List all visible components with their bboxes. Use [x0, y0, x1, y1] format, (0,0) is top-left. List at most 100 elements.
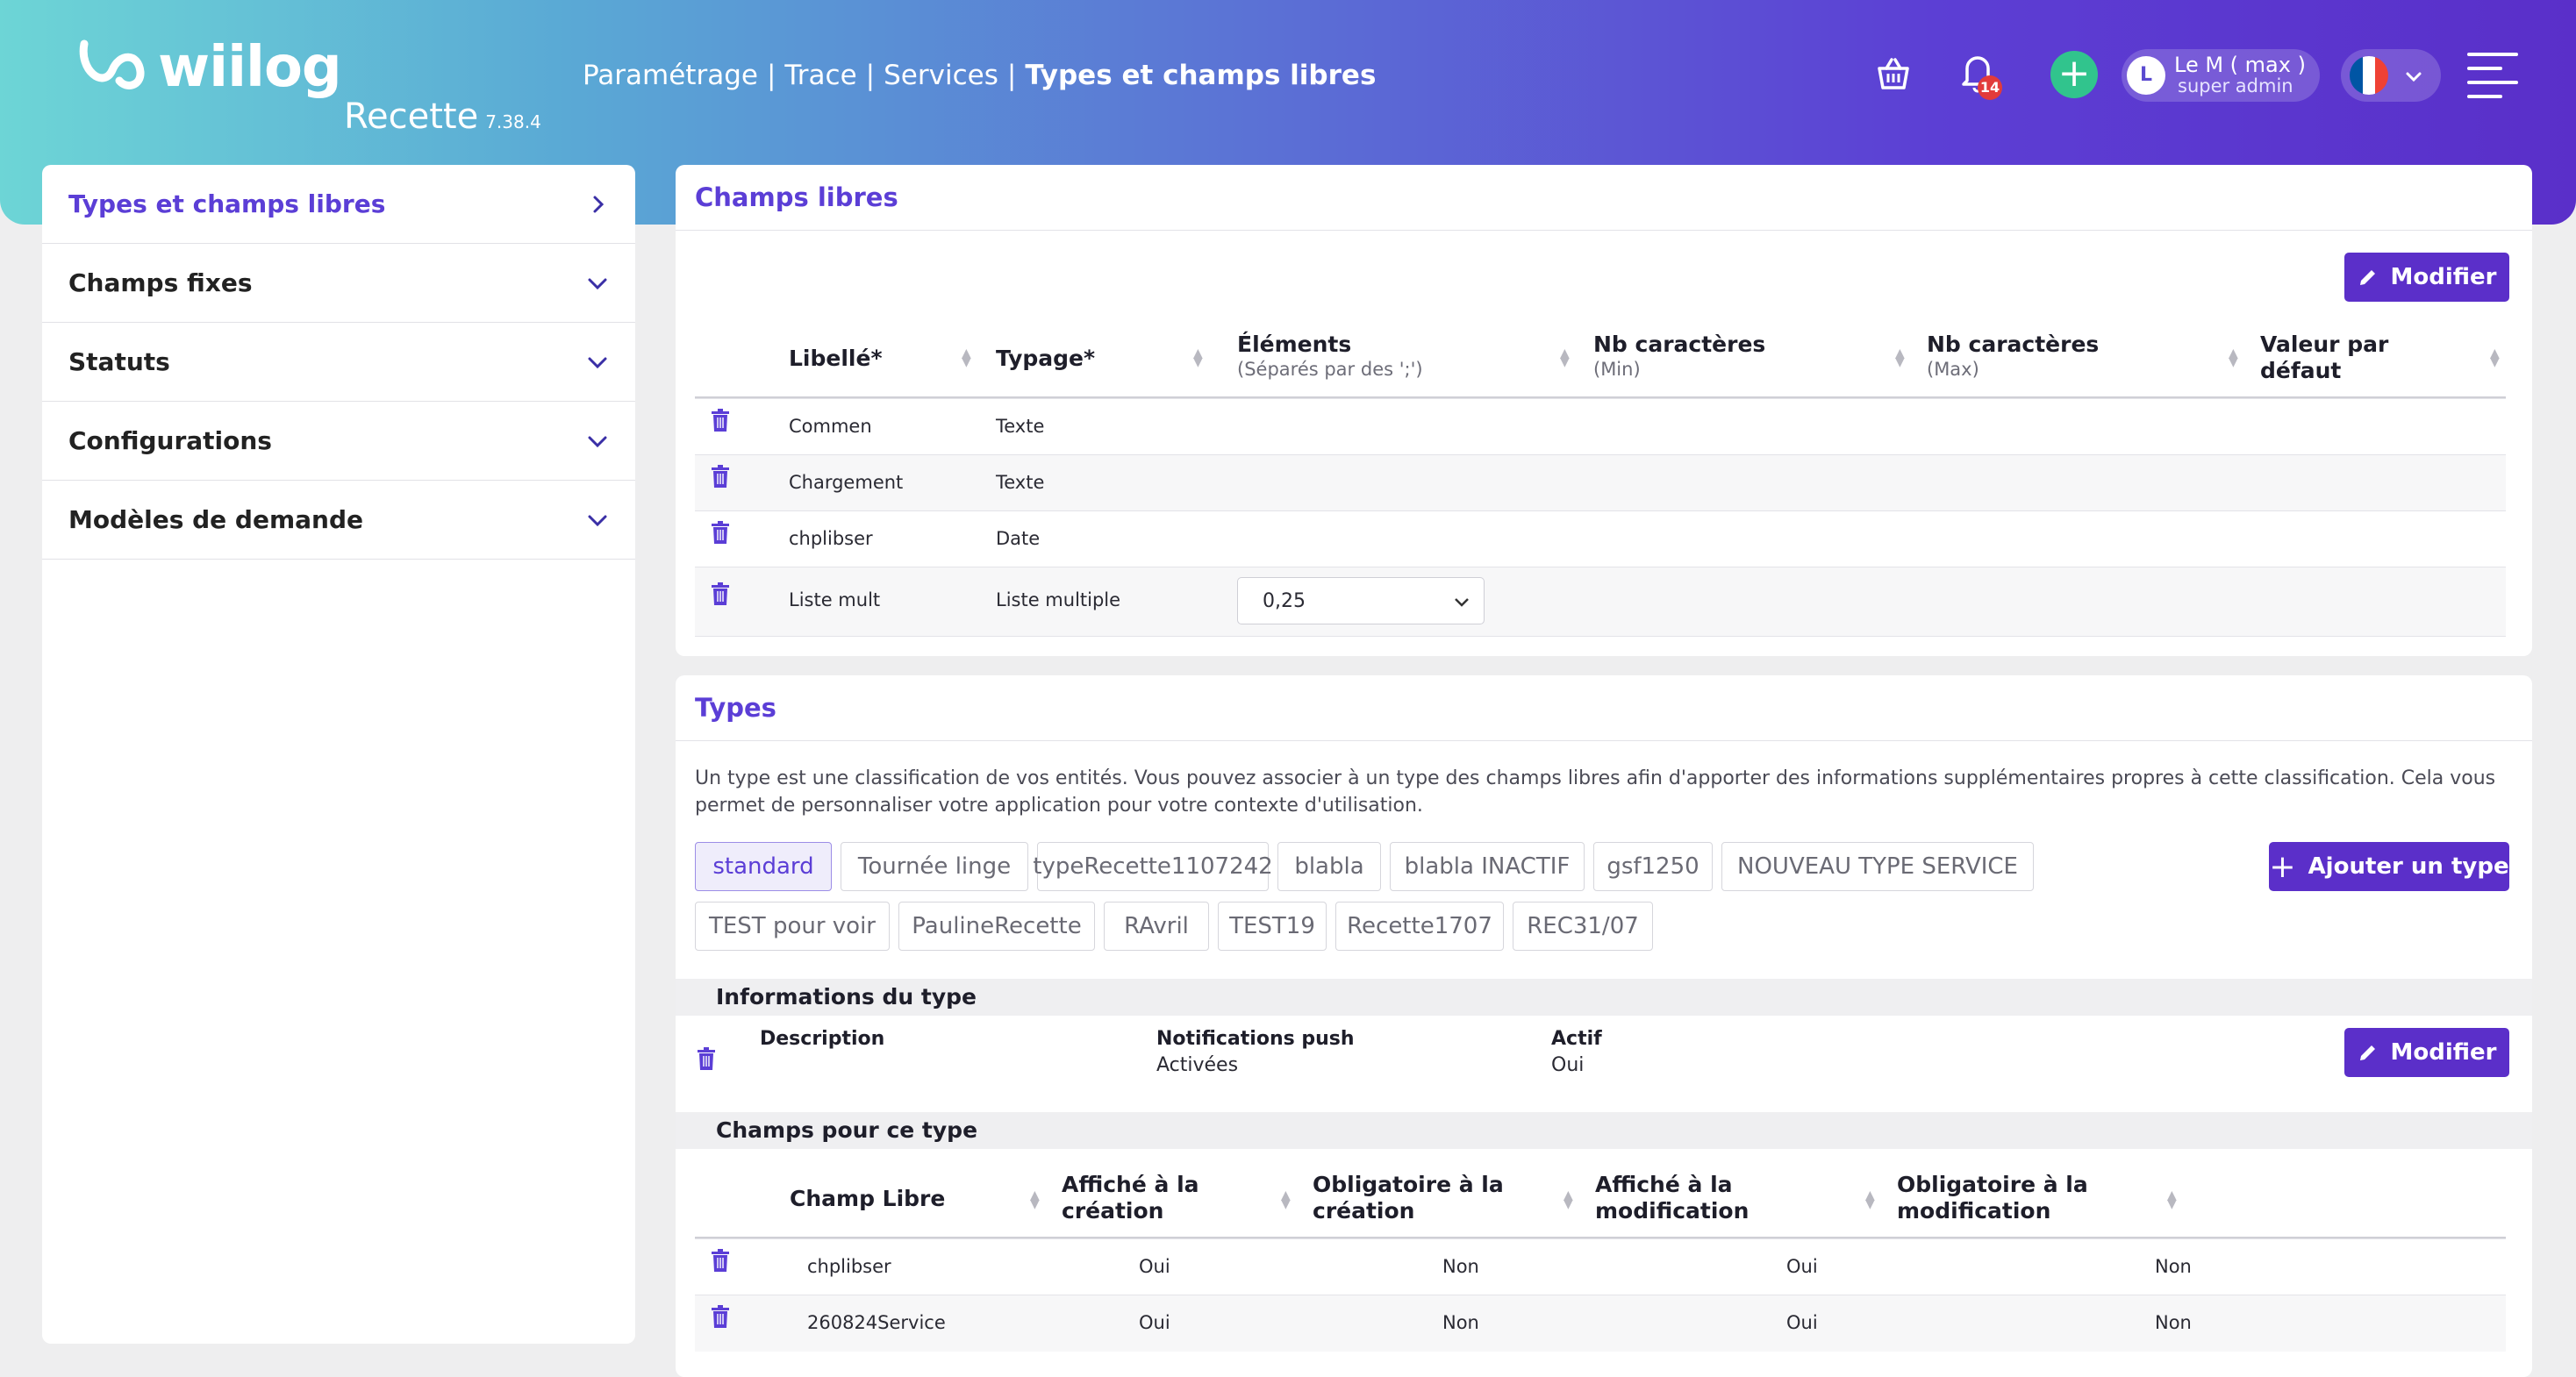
- cell-champ-libre: 260824Service: [807, 1312, 946, 1333]
- type-chip[interactable]: PaulineRecette: [898, 902, 1095, 951]
- col-label: Affiché à la création: [1062, 1172, 1199, 1224]
- table-row: [695, 1295, 2506, 1352]
- sort-icon[interactable]: ▲ ▼: [2167, 1189, 2177, 1210]
- breadcrumb-current: Types et champs libres: [1025, 60, 1377, 91]
- col-elements[interactable]: Éléments (Séparés par des ';'): [1237, 332, 1423, 381]
- cell-libelle: chplibser: [789, 528, 873, 549]
- sort-icon[interactable]: ▲ ▼: [962, 347, 971, 368]
- chevron-down-icon: [1455, 598, 1469, 607]
- trash-icon[interactable]: [711, 582, 730, 609]
- col-obligatoire-creation[interactable]: Obligatoire à la création: [1313, 1172, 1506, 1224]
- trash-icon[interactable]: [711, 409, 730, 435]
- cell-value: Non: [2155, 1256, 2192, 1277]
- basket-icon[interactable]: [1874, 54, 1913, 96]
- cell-value: Non: [2155, 1312, 2192, 1333]
- sidebar-item-types-champs-libres[interactable]: Types et champs libres: [42, 165, 635, 244]
- col-obligatoire-modification[interactable]: Obligatoire à la modification: [1897, 1172, 2116, 1224]
- col-sublabel: (Min): [1593, 359, 1641, 380]
- environment-label: Recette 7.38.4: [344, 96, 541, 137]
- chevron-right-icon: [593, 196, 605, 212]
- breadcrumb-item-parametrage[interactable]: Paramétrage: [583, 60, 758, 91]
- col-typage[interactable]: Typage*: [996, 346, 1095, 372]
- modify-label: Modifier: [2390, 264, 2497, 290]
- type-chip[interactable]: RAvril: [1104, 902, 1209, 951]
- type-chip[interactable]: typeRecette1107242: [1033, 842, 1273, 891]
- breadcrumb-item-trace[interactable]: Trace: [784, 60, 856, 91]
- trash-icon[interactable]: [711, 1249, 730, 1275]
- type-chip[interactable]: Tournée linge: [841, 842, 1028, 891]
- col-affiche-modification[interactable]: Affiché à la modification: [1595, 1172, 1788, 1224]
- user-menu[interactable]: L Le M ( max ) super admin: [2122, 49, 2320, 102]
- type-chip[interactable]: TEST pour voir: [695, 902, 890, 951]
- sidebar-item-champs-fixes[interactable]: Champs fixes: [42, 244, 635, 323]
- bell-icon[interactable]: 14: [1958, 51, 2002, 100]
- plus-icon: +: [2269, 848, 2296, 885]
- col-champ-libre[interactable]: Champ Libre: [790, 1186, 945, 1212]
- cell-typage: Liste multiple: [996, 589, 1121, 610]
- trash-icon[interactable]: [711, 465, 730, 491]
- col-label: Nb caractères: [1927, 332, 2100, 357]
- language-selector[interactable]: [2341, 49, 2441, 102]
- modify-type-button[interactable]: Modifier: [2344, 1028, 2509, 1077]
- quick-add-button[interactable]: +: [2050, 51, 2098, 98]
- sort-icon[interactable]: ▲ ▼: [1563, 1189, 1573, 1210]
- type-chip[interactable]: NOUVEAU TYPE SERVICE: [1721, 842, 2034, 891]
- types-title: Types: [695, 693, 776, 723]
- col-valeur-defaut[interactable]: Valeur par défaut: [2260, 332, 2392, 384]
- col-sublabel: (Max): [1927, 359, 1979, 380]
- breadcrumb: Paramétrage | Trace | Services | Types et cham…: [583, 60, 1377, 91]
- trash-icon[interactable]: [711, 1305, 730, 1331]
- modify-champs-libres-button[interactable]: Modifier: [2344, 253, 2509, 302]
- sort-icon[interactable]: ▲ ▼: [1865, 1189, 1875, 1210]
- sort-icon[interactable]: ▲ ▼: [1895, 347, 1905, 368]
- sort-icon[interactable]: ▲ ▼: [2490, 347, 2500, 368]
- types-card: Types Un type est une classification de …: [676, 675, 2532, 1377]
- type-chip[interactable]: blabla INACTIF: [1390, 842, 1585, 891]
- sidebar-item-statuts[interactable]: Statuts: [42, 323, 635, 402]
- sort-icon[interactable]: ▲ ▼: [2229, 347, 2238, 368]
- sort-icon[interactable]: ▲ ▼: [1030, 1189, 1040, 1210]
- table-row: [695, 567, 2506, 637]
- trash-icon[interactable]: [697, 1047, 716, 1074]
- col-affiche-creation[interactable]: Affiché à la création: [1062, 1172, 1202, 1224]
- trash-icon[interactable]: [711, 521, 730, 547]
- col-libelle[interactable]: Libellé*: [789, 346, 883, 372]
- sort-icon[interactable]: ▲ ▼: [1281, 1189, 1291, 1210]
- avatar: L: [2127, 56, 2165, 95]
- type-chip[interactable]: blabla: [1277, 842, 1381, 891]
- col-nb-max[interactable]: Nb caractères (Max): [1927, 332, 2099, 381]
- col-label: Nb caractères: [1593, 332, 1766, 357]
- user-name: Le M ( max ): [2174, 53, 2306, 77]
- add-type-button[interactable]: + Ajouter un type: [2269, 842, 2509, 891]
- type-chip[interactable]: gsf1250: [1593, 842, 1713, 891]
- menu-icon[interactable]: [2465, 51, 2520, 103]
- type-fields-header: Champs pour ce type: [676, 1112, 2532, 1149]
- actif-value: Oui: [1551, 1054, 1585, 1076]
- cell-value: Non: [1442, 1256, 1479, 1277]
- sort-icon[interactable]: ▲ ▼: [1193, 347, 1203, 368]
- cell-value: Oui: [1786, 1256, 1818, 1277]
- type-chip-standard[interactable]: standard: [695, 842, 832, 891]
- logo-text: wiilog: [158, 35, 342, 100]
- breadcrumb-item-services[interactable]: Services: [884, 60, 998, 91]
- sidebar-item-label: Types et champs libres: [68, 189, 386, 218]
- type-chip[interactable]: TEST19: [1218, 902, 1327, 951]
- cell-value: Oui: [1139, 1312, 1170, 1333]
- col-nb-min[interactable]: Nb caractères (Min): [1593, 332, 1765, 381]
- cell-value: Non: [1442, 1312, 1479, 1333]
- cell-typage: Texte: [996, 472, 1045, 493]
- sidebar-item-configurations[interactable]: Configurations: [42, 402, 635, 481]
- type-chip[interactable]: Recette1707: [1335, 902, 1504, 951]
- type-chip[interactable]: REC31/07: [1513, 902, 1653, 951]
- wiilog-logo[interactable]: wiilog: [77, 35, 342, 100]
- logo-icon: [79, 39, 145, 89]
- sort-icon[interactable]: ▲ ▼: [1560, 347, 1570, 368]
- elements-select[interactable]: 0,25: [1237, 577, 1485, 624]
- sidebar-item-modeles-demande[interactable]: Modèles de demande: [42, 481, 635, 560]
- cell-libelle: Commen: [789, 416, 872, 437]
- cell-champ-libre: chplibser: [807, 1256, 891, 1277]
- sidebar-item-label: Champs fixes: [68, 268, 253, 297]
- notifications-value: Activées: [1156, 1054, 1239, 1076]
- chevron-down-icon: [588, 357, 607, 368]
- cell-value: Oui: [1786, 1312, 1818, 1333]
